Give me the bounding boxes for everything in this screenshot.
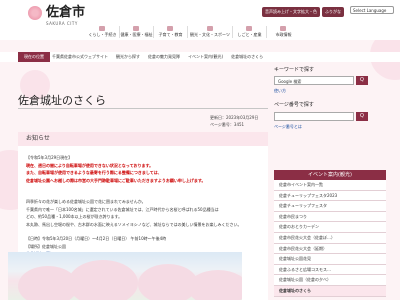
nav-icon [280, 26, 286, 31]
event-menu: 佐倉市イベント案内一覧 佐倉チューリップフェスタ2023 佐倉チューリップフェス… [274, 180, 386, 297]
breadcrumb: 千葉県佐倉市公式ウェブサイト 観光から探す 佐倉の魅力発見隊 イベント案内(観光… [52, 52, 263, 62]
language-select[interactable]: Select Language [350, 6, 394, 14]
voice-readout-link[interactable]: 音声読み上げ・文字拡大・色 [262, 7, 320, 17]
nav-icon [99, 26, 105, 31]
site-logo[interactable]: 佐倉市 SAKURA CITY [28, 6, 85, 26]
blossom-tree [188, 270, 242, 300]
event-menu-item[interactable]: 佐倉市民花火大会（佐倉ぼ…） [274, 232, 386, 244]
event-menu-item[interactable]: 佐倉ふるさと広場コスモス… [274, 264, 386, 276]
breadcrumb-item[interactable]: 観光から探す [116, 52, 140, 62]
event-menu-item[interactable]: 佐倉チューリップフェスタ2023 [274, 190, 386, 202]
sakura-logo-icon [28, 6, 42, 20]
breadcrumb-item[interactable]: 佐倉の魅力発見隊 [148, 52, 180, 62]
accessibility-links: 音声読み上げ・文字拡大・色 ふりがな [262, 7, 344, 17]
notice-heading: お知らせ [18, 132, 268, 146]
event-menu-item[interactable]: 佐倉市イベント案内一覧 [274, 180, 386, 191]
logo-title: 佐倉市 [46, 5, 86, 20]
nav-living[interactable]: くらし・手続き [86, 26, 119, 38]
event-menu-heading: イベント案内(観光) [274, 170, 386, 180]
event-menu-item[interactable]: 佐倉城址公園花見 [274, 254, 386, 265]
event-place: 【場所】佐倉城址公園 [26, 243, 66, 249]
notice-warning: また、自転車場が使用できるような最寄を行う際にる整備につきましては、 [26, 170, 162, 175]
page-title: 佐倉城址のさくら [18, 94, 106, 107]
global-nav: くらし・手続き 健康・医療・福祉 子育て・教育 観光・文化・スポーツ しごと・産… [86, 26, 300, 38]
cherry-blossom-photo [8, 252, 242, 300]
page-number-help-link[interactable]: ページ番号とは [274, 124, 302, 130]
breadcrumb-here-label: 現在の位置 [18, 52, 50, 62]
page-number-search-label: ページ番号で探す [274, 102, 314, 108]
intro-text: 本丸跡、馬出し空堀の桜や、古木群の水面に映えるソメイヨシノなど、城址ならではの美… [26, 221, 242, 227]
breadcrumb-item[interactable]: イベント案内(観光) [188, 52, 223, 62]
search-icon: Q [360, 77, 364, 83]
notice-body: 【令和5年3月29日現在】 現在、週日の間により自転車場が使用できない状況となっ… [26, 154, 260, 258]
intro-text: どの、約50品種・1,000本以上の桜が咲き誇ります。 [26, 214, 123, 219]
event-menu-item-current[interactable]: 佐倉城址のさくら [274, 285, 386, 297]
page-number-input[interactable] [274, 112, 354, 121]
search-help-link[interactable]: 使い方 [274, 88, 286, 94]
logo-subtitle: SAKURA CITY [46, 21, 78, 26]
page-meta: 更新日：2023年03月29日 ページ番号：3451 [210, 114, 262, 128]
nav-childcare[interactable]: 子育て・教育 [153, 26, 187, 38]
title-divider [18, 108, 268, 109]
blossom-tree [68, 260, 138, 300]
nav-city-info[interactable]: 市政情報 [266, 26, 300, 38]
event-period: 【日時】令和5年3月20日（月曜日）～4月2日（日曜日） 午前10時～午後4時 [26, 236, 167, 241]
event-menu-item[interactable]: 佐倉城址公園（佐倉の夕べ） [274, 275, 386, 286]
nav-icon [133, 26, 139, 31]
notice-warning: 現在、週日の間により自転車場が使用できない状況となっております。 [26, 162, 154, 168]
search-icon: Q [360, 113, 364, 119]
nav-work[interactable]: しごと・産業 [232, 26, 266, 38]
nav-icon [167, 26, 173, 31]
breadcrumb-current: 佐倉城址のさくら [231, 54, 264, 59]
notice-warning: 佐倉城址公園へお越しの際は市営の大手門跡駐車場にご駐車いただきますようお願い申し… [26, 177, 206, 183]
event-menu-item[interactable]: 佐倉チューリップフェスタ [274, 201, 386, 212]
nav-health[interactable]: 健康・医療・福祉 [119, 26, 153, 38]
page-number-search-button[interactable]: Q [356, 112, 368, 121]
nav-icon [207, 26, 213, 31]
intro-text: 四季折々の花が楽しめる佐倉城址公園で花に囲まれてみませんか。 [26, 199, 146, 204]
event-menu-item[interactable]: 佐倉市民まつり [274, 211, 386, 223]
site-header: 佐倉市 SAKURA CITY 音声読み上げ・文字拡大・色 ふりがな Selec… [0, 0, 400, 40]
breadcrumb-item[interactable]: 千葉県佐倉市公式ウェブサイト [52, 52, 108, 62]
furigana-link[interactable]: ふりがな [322, 7, 344, 17]
keyword-search-input[interactable]: Google 検索 [274, 76, 354, 85]
nav-tourism[interactable]: 観光・文化・スポーツ [187, 26, 232, 38]
event-menu-item[interactable]: 佐倉のおとりカーデン [274, 222, 386, 233]
search-button[interactable]: Q [356, 76, 368, 85]
intro-text: 千葉県内で唯一「日本100名城」に選定されている佐倉城址では、江戸時代から名桜と… [26, 206, 219, 212]
notice-date: 【令和5年3月29日現在】 [26, 155, 73, 160]
page-number: ページ番号：3451 [210, 122, 245, 127]
event-menu-item[interactable]: 佐倉市民花火大会（延期） [274, 243, 386, 255]
keyword-search-label: キーワードで探す [274, 67, 315, 73]
nav-icon [246, 26, 252, 31]
updated-date: 更新日：2023年03月29日 [210, 115, 259, 120]
